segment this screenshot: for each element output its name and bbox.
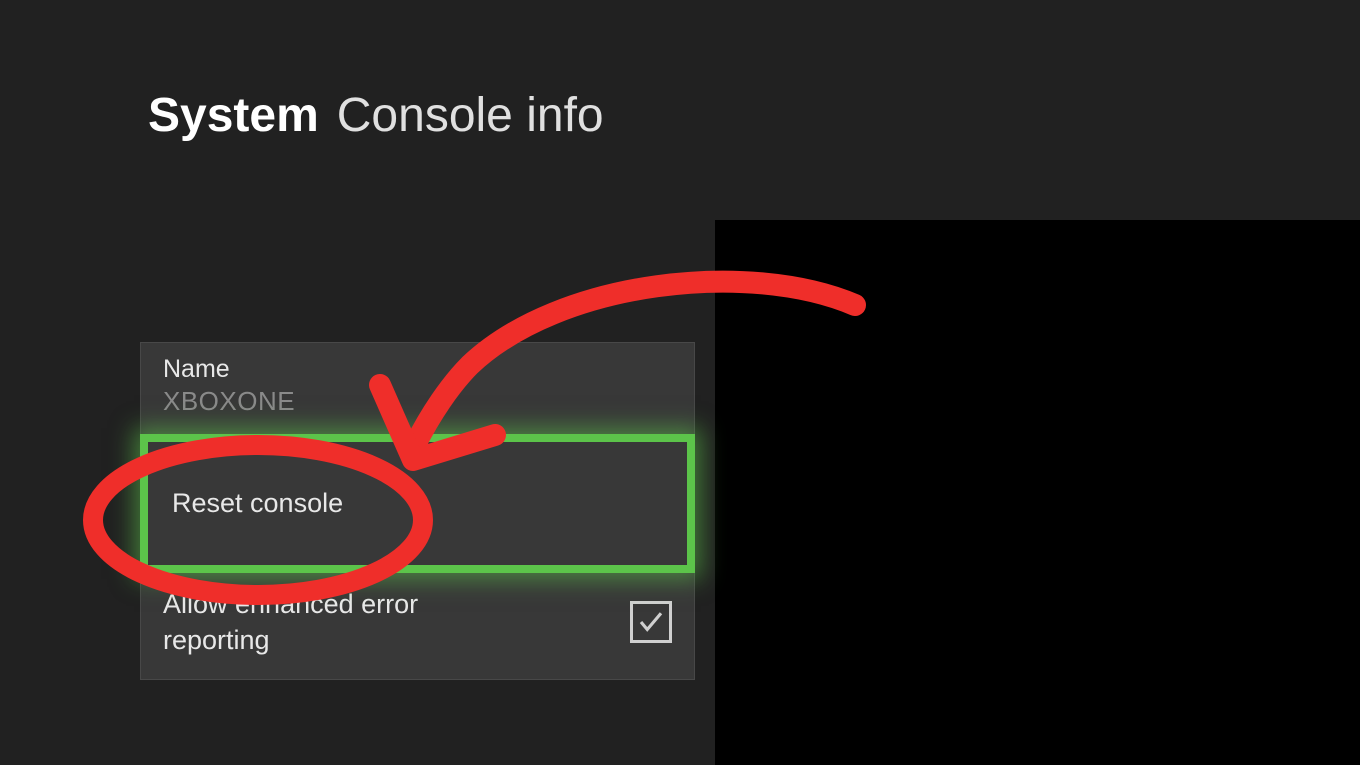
content-detail-panel: [715, 220, 1360, 765]
error-reporting-label: Allow enhanced error reporting: [163, 586, 523, 659]
settings-menu: Name XBOXONE Reset console Allow enhance…: [140, 342, 695, 680]
console-name-label: Name: [163, 355, 672, 384]
reset-console-label: Reset console: [172, 488, 663, 519]
console-name-value: XBOXONE: [163, 386, 672, 417]
reset-console-item[interactable]: Reset console: [140, 434, 695, 573]
console-name-item[interactable]: Name XBOXONE: [140, 342, 695, 436]
header-page-title: Console info: [337, 88, 604, 143]
header-category: System: [148, 88, 319, 143]
page-header: System Console info: [148, 88, 604, 143]
error-reporting-item[interactable]: Allow enhanced error reporting: [140, 571, 695, 680]
error-reporting-checkbox[interactable]: [630, 601, 672, 643]
checkmark-icon: [636, 607, 666, 637]
